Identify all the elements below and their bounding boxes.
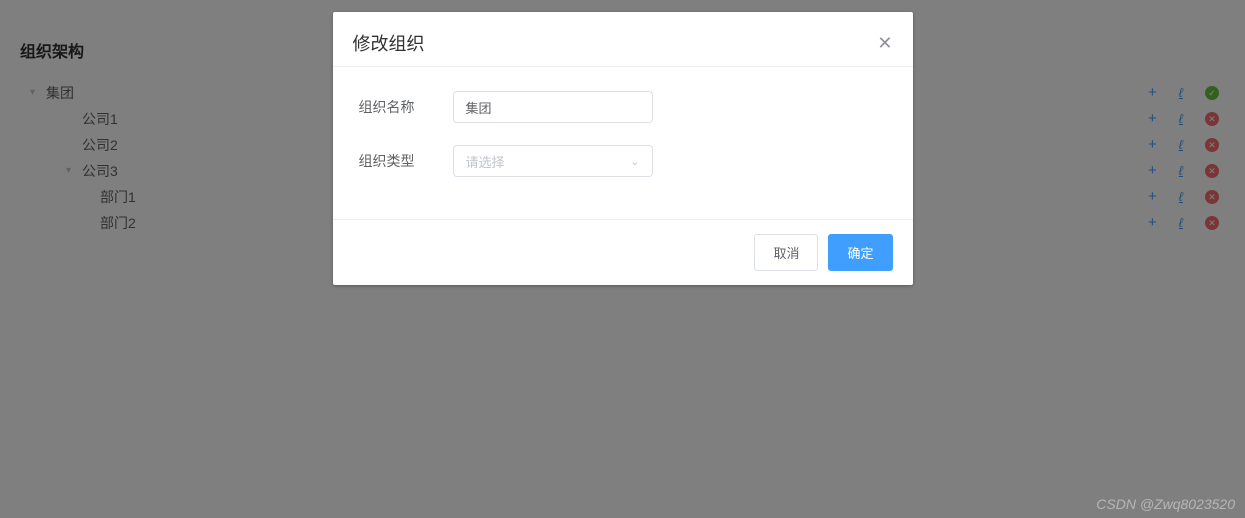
form-item-name: 组织名称 <box>353 91 893 123</box>
modal-overlay: 修改组织 ✕ 组织名称 组织类型 请选择 ⌄ 取消 确定 <box>0 0 1245 518</box>
org-type-select[interactable]: 请选择 ⌄ <box>453 145 653 177</box>
org-type-label: 组织类型 <box>353 151 453 171</box>
org-name-input[interactable] <box>453 91 653 123</box>
chevron-down-icon: ⌄ <box>630 155 639 168</box>
form-item-type: 组织类型 请选择 ⌄ <box>353 145 893 177</box>
edit-org-modal: 修改组织 ✕ 组织名称 组织类型 请选择 ⌄ 取消 确定 <box>333 12 913 285</box>
cancel-button[interactable]: 取消 <box>754 234 818 271</box>
org-type-placeholder: 请选择 <box>466 152 505 171</box>
org-name-label: 组织名称 <box>353 97 453 117</box>
close-icon[interactable]: ✕ <box>877 34 892 52</box>
confirm-button[interactable]: 确定 <box>828 234 892 271</box>
modal-title: 修改组织 <box>353 30 425 56</box>
